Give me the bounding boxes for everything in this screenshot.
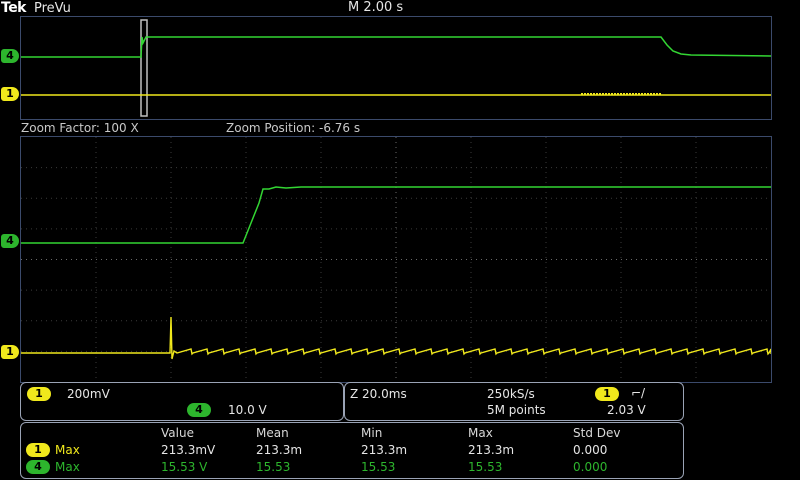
ch4-badge[interactable]: 4: [187, 403, 211, 417]
meas-row2-channel-badge[interactable]: 4: [26, 460, 50, 474]
meas-row2-value: 15.53 V: [161, 460, 208, 474]
zoomed-waveform-graticule[interactable]: [20, 136, 772, 383]
meas-row1-max: 213.3m: [468, 443, 515, 457]
ch1-badge[interactable]: 1: [27, 387, 51, 401]
meas-row2-max: 15.53: [468, 460, 503, 474]
acquisition-panel[interactable]: Z 20.0ms 250kS/s 5M points 1 ⌐/ 2.03 V: [344, 382, 684, 421]
zoom-window-box[interactable]: [140, 19, 148, 117]
zoom-factor-label: Zoom Factor: 100 X: [21, 121, 139, 135]
col-header-mean: Mean: [256, 426, 289, 440]
meas-row1-min: 213.3m: [361, 443, 408, 457]
col-header-max: Max: [468, 426, 493, 440]
meas-row2-mean: 15.53: [256, 460, 291, 474]
graticule-grid: [21, 137, 771, 382]
ch4-zoom-trace: [21, 186, 771, 244]
meas-row2-min: 15.53: [361, 460, 396, 474]
ch1-zoom-marker[interactable]: 1: [1, 345, 19, 359]
meas-row2-type[interactable]: Max: [55, 460, 80, 474]
zoom-timebase[interactable]: Z 20.0ms: [350, 387, 407, 401]
channel-scale-panel[interactable]: 1 200mV 4 10.0 V: [20, 382, 344, 421]
ch4-overview-trace: [21, 36, 771, 58]
ch4-zoom-marker[interactable]: 4: [1, 234, 19, 248]
record-length: 5M points: [487, 403, 546, 417]
ch1-overview-marker[interactable]: 1: [1, 87, 19, 101]
trigger-level[interactable]: 2.03 V: [607, 403, 646, 417]
sample-rate: 250kS/s: [487, 387, 535, 401]
overview-waveform[interactable]: [20, 16, 772, 120]
meas-row1-type[interactable]: Max: [55, 443, 80, 457]
ch4-overview-marker[interactable]: 4: [1, 49, 19, 63]
col-header-min: Min: [361, 426, 383, 440]
ch1-scale[interactable]: 200mV: [67, 387, 110, 401]
measurements-panel[interactable]: Value Mean Min Max Std Dev 1 Max 213.3mV…: [20, 422, 684, 479]
col-header-std-dev: Std Dev: [573, 426, 621, 440]
meas-row2-std-dev: 0.000: [573, 460, 608, 474]
col-header-value: Value: [161, 426, 194, 440]
main-timebase[interactable]: M 2.00 s: [348, 0, 403, 15]
meas-row1-channel-badge[interactable]: 1: [26, 443, 50, 457]
meas-row1-mean: 213.3m: [256, 443, 303, 457]
rising-edge-icon: ⌐/: [631, 386, 646, 400]
zoom-position-label: Zoom Position: -6.76 s: [226, 121, 361, 135]
meas-row1-value: 213.3mV: [161, 443, 216, 457]
ch4-scale[interactable]: 10.0 V: [228, 403, 267, 417]
acquisition-mode: PreVu: [34, 1, 71, 16]
meas-row1-std-dev: 0.000: [573, 443, 608, 457]
trigger-channel-badge[interactable]: 1: [595, 387, 619, 401]
brand-logo: Tek: [1, 0, 27, 16]
